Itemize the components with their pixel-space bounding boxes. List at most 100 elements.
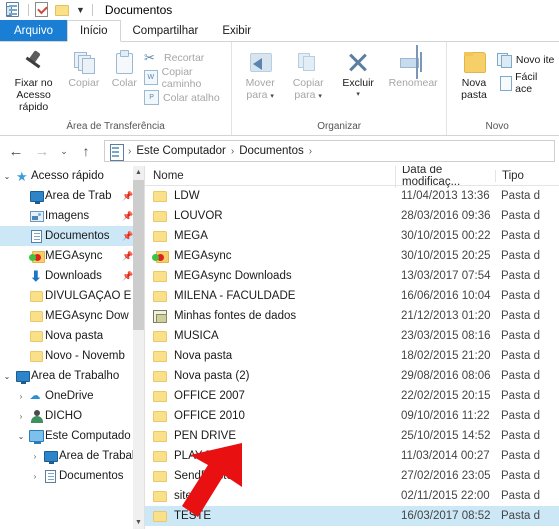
table-row[interactable]: MUSICA 23/03/2015 08:16 Pasta d [145,326,559,346]
column-header-name[interactable]: Nome [145,170,395,182]
expand-chevron-icon[interactable]: › [14,252,28,261]
sidebar-item-rea-de-trabalho[interactable]: ⌄ Área de Trabalho [0,366,133,386]
table-row[interactable]: PEN DRIVE 25/10/2015 14:52 Pasta d [145,426,559,446]
pin-icon[interactable]: 📌 [122,211,133,221]
pin-icon[interactable]: 📌 [122,251,133,261]
address-input[interactable]: › Este Computador › Documentos › [104,140,555,162]
expand-chevron-icon[interactable]: › [14,332,28,341]
sidebar-item-rea-de-trabal[interactable]: › Área de Trabal [0,446,133,466]
sidebar-item-megasync-dow[interactable]: › MEGAsync Dow [0,306,133,326]
sidebar-item-divulga-o-e[interactable]: › DIVULGAÇÃO E [0,286,133,306]
expand-chevron-icon[interactable]: › [14,392,28,401]
sidebar-item-novo-novemb[interactable]: › Novo - Novemb [0,346,133,366]
tab-arquivo[interactable]: Arquivo [0,20,67,41]
sidebar-item-downloads[interactable]: ›⬇Downloads 📌 [0,266,133,286]
pin-icon[interactable]: 📌 [122,191,133,201]
table-row[interactable]: site 02/11/2015 22:00 Pasta d [145,486,559,506]
table-row[interactable]: MILENA - FACULDADE 16/06/2016 10:04 Pasta … [145,286,559,306]
table-row[interactable]: LOUVOR 28/03/2016 09:36 Pasta d [145,206,559,226]
pin-icon[interactable]: 📌 [122,231,133,241]
sidebar-item-rea-de-trab[interactable]: › Área de Trab 📌 [0,186,133,206]
up-arrow-icon[interactable]: ↑ [74,139,98,163]
file-rows-container: LDW 11/04/2013 13:36 Pasta d LOUVOR 28/03/20… [145,186,559,526]
move-to-button[interactable]: Mover para ▾ [236,45,284,103]
new-folder-button[interactable]: Nova pasta [451,45,497,101]
breadcrumb-item-documents[interactable]: Documentos [239,145,304,157]
table-row[interactable]: Nova pasta 18/02/2015 21:20 Pasta d [145,346,559,366]
expand-chevron-icon[interactable]: › [14,312,28,321]
rename-button[interactable]: Renomear [384,45,442,89]
chevron-down-icon-copy[interactable]: ▾ [318,93,322,100]
expand-chevron-icon[interactable]: › [14,232,28,241]
sidebar-item-nova-pasta[interactable]: › Nova pasta [0,326,133,346]
navigation-tree: ⌄★Acesso rápido›Área de Trab📌›Imagens📌›D… [0,166,133,486]
scrollbar-thumb[interactable] [133,180,144,330]
expand-chevron-icon[interactable]: ⌄ [0,372,14,381]
expand-chevron-icon[interactable]: › [28,452,42,461]
sidebar-item-megasync[interactable]: › MEGAsync 📌 [0,246,133,266]
expand-chevron-icon[interactable]: › [14,192,28,201]
cut-button[interactable]: ✂ Recortar [144,49,227,66]
tab-exibir[interactable]: Exibir [210,20,263,41]
table-row[interactable]: PLAY BACK 11/03/2014 00:27 Pasta d [145,446,559,466]
chevron-down-icon-delete[interactable]: ▾ [356,89,360,101]
folder-icon[interactable] [55,2,71,18]
sidebar-item-documentos[interactable]: › Documentos [0,466,133,486]
sidebar-item-documentos[interactable]: › Documentos 📌 [0,226,133,246]
pin-to-quick-access-button[interactable]: Fixar no Acesso rápido [4,45,63,113]
tab-compartilhar[interactable]: Compartilhar [121,20,211,41]
expand-chevron-icon[interactable]: › [14,412,28,421]
recent-locations-icon[interactable]: ⌄ [56,139,72,163]
table-row[interactable]: TESTE 16/03/2017 08:52 Pasta d [145,506,559,526]
table-row[interactable]: MEGAsync Downloads 13/03/2017 07:54 Pasta … [145,266,559,286]
document-icon[interactable] [6,2,22,18]
sidebar-item-acesso-r-pido[interactable]: ⌄ ★ Acesso rápido [0,166,133,186]
table-row[interactable]: Minhas fontes de dados 21/12/2013 01:20 Pa… [145,306,559,326]
sidebar-item-onedrive[interactable]: › ☁ OneDrive [0,386,133,406]
delete-button[interactable]: Excluir ▾ [332,45,384,101]
table-row[interactable]: SendBlaster 27/02/2016 23:05 Pasta d [145,466,559,486]
sidebar-item-este-computado[interactable]: ⌄ Este Computado [0,426,133,446]
scroll-up-icon[interactable]: ▲ [133,166,144,179]
table-row[interactable]: LDW 11/04/2013 13:36 Pasta d [145,186,559,206]
sidebar-item-label: Área de Trabalho [31,370,120,382]
file-name-label: MEGAsync Downloads [174,270,292,282]
back-arrow-icon[interactable]: ← [4,139,28,163]
expand-chevron-icon[interactable]: ⌄ [14,432,28,441]
paste-button[interactable]: Colar [105,45,145,89]
pin-icon[interactable]: 📌 [122,271,133,281]
chevron-down-icon-move[interactable]: ▾ [270,93,274,100]
address-bar: ← → ⌄ ↑ › Este Computador › Documentos › [0,136,559,166]
paste-shortcut-button[interactable]: P Colar atalho [144,89,227,106]
expand-chevron-icon[interactable]: › [14,292,28,301]
column-header-type[interactable]: Tipo [495,169,559,182]
table-row[interactable]: MEGA 30/10/2015 00:22 Pasta d [145,226,559,246]
copy-to-button[interactable]: Copiar para ▾ [284,45,332,103]
easy-access-button[interactable]: Fácil ace [497,71,555,95]
expand-chevron-icon[interactable]: › [14,272,28,281]
column-header-date[interactable]: Data de modificaç... [395,166,495,188]
expand-chevron-icon[interactable]: › [28,472,42,481]
scroll-down-icon[interactable]: ▼ [133,516,144,529]
table-row[interactable]: OFFICE 2010 09/10/2016 11:22 Pasta d [145,406,559,426]
expand-chevron-icon[interactable]: ⌄ [0,172,14,181]
sidebar-scrollbar[interactable]: ▲ ▼ [133,166,144,529]
table-row[interactable]: OFFICE 2007 22/02/2015 20:15 Pasta d [145,386,559,406]
copy-button[interactable]: Copiar [63,45,104,89]
table-row[interactable]: MEGAsync 30/10/2015 20:25 Pasta d [145,246,559,266]
tab-inicio[interactable]: Início [67,20,121,42]
copy-path-button[interactable]: W Copiar caminho [144,66,227,90]
table-row[interactable]: Nova pasta (2) 29/08/2016 08:06 Pasta d [145,366,559,386]
rename-icon [398,49,428,75]
new-item-button[interactable]: Novo ite [496,51,555,68]
breadcrumb-item-computer[interactable]: Este Computador [136,145,226,157]
forward-arrow-icon[interactable]: → [30,139,54,163]
file-date-cell: 27/02/2016 23:05 [401,470,491,482]
sidebar-item-imagens[interactable]: › Imagens 📌 [0,206,133,226]
expand-chevron-icon[interactable]: › [14,212,28,221]
sidebar-item-dicho[interactable]: › DICHO [0,406,133,426]
expand-chevron-icon[interactable]: › [14,352,28,361]
sidebar-item-label: Documentos [59,470,124,482]
properties-icon[interactable] [35,2,51,18]
chevron-down-icon[interactable]: ▼ [76,5,85,15]
